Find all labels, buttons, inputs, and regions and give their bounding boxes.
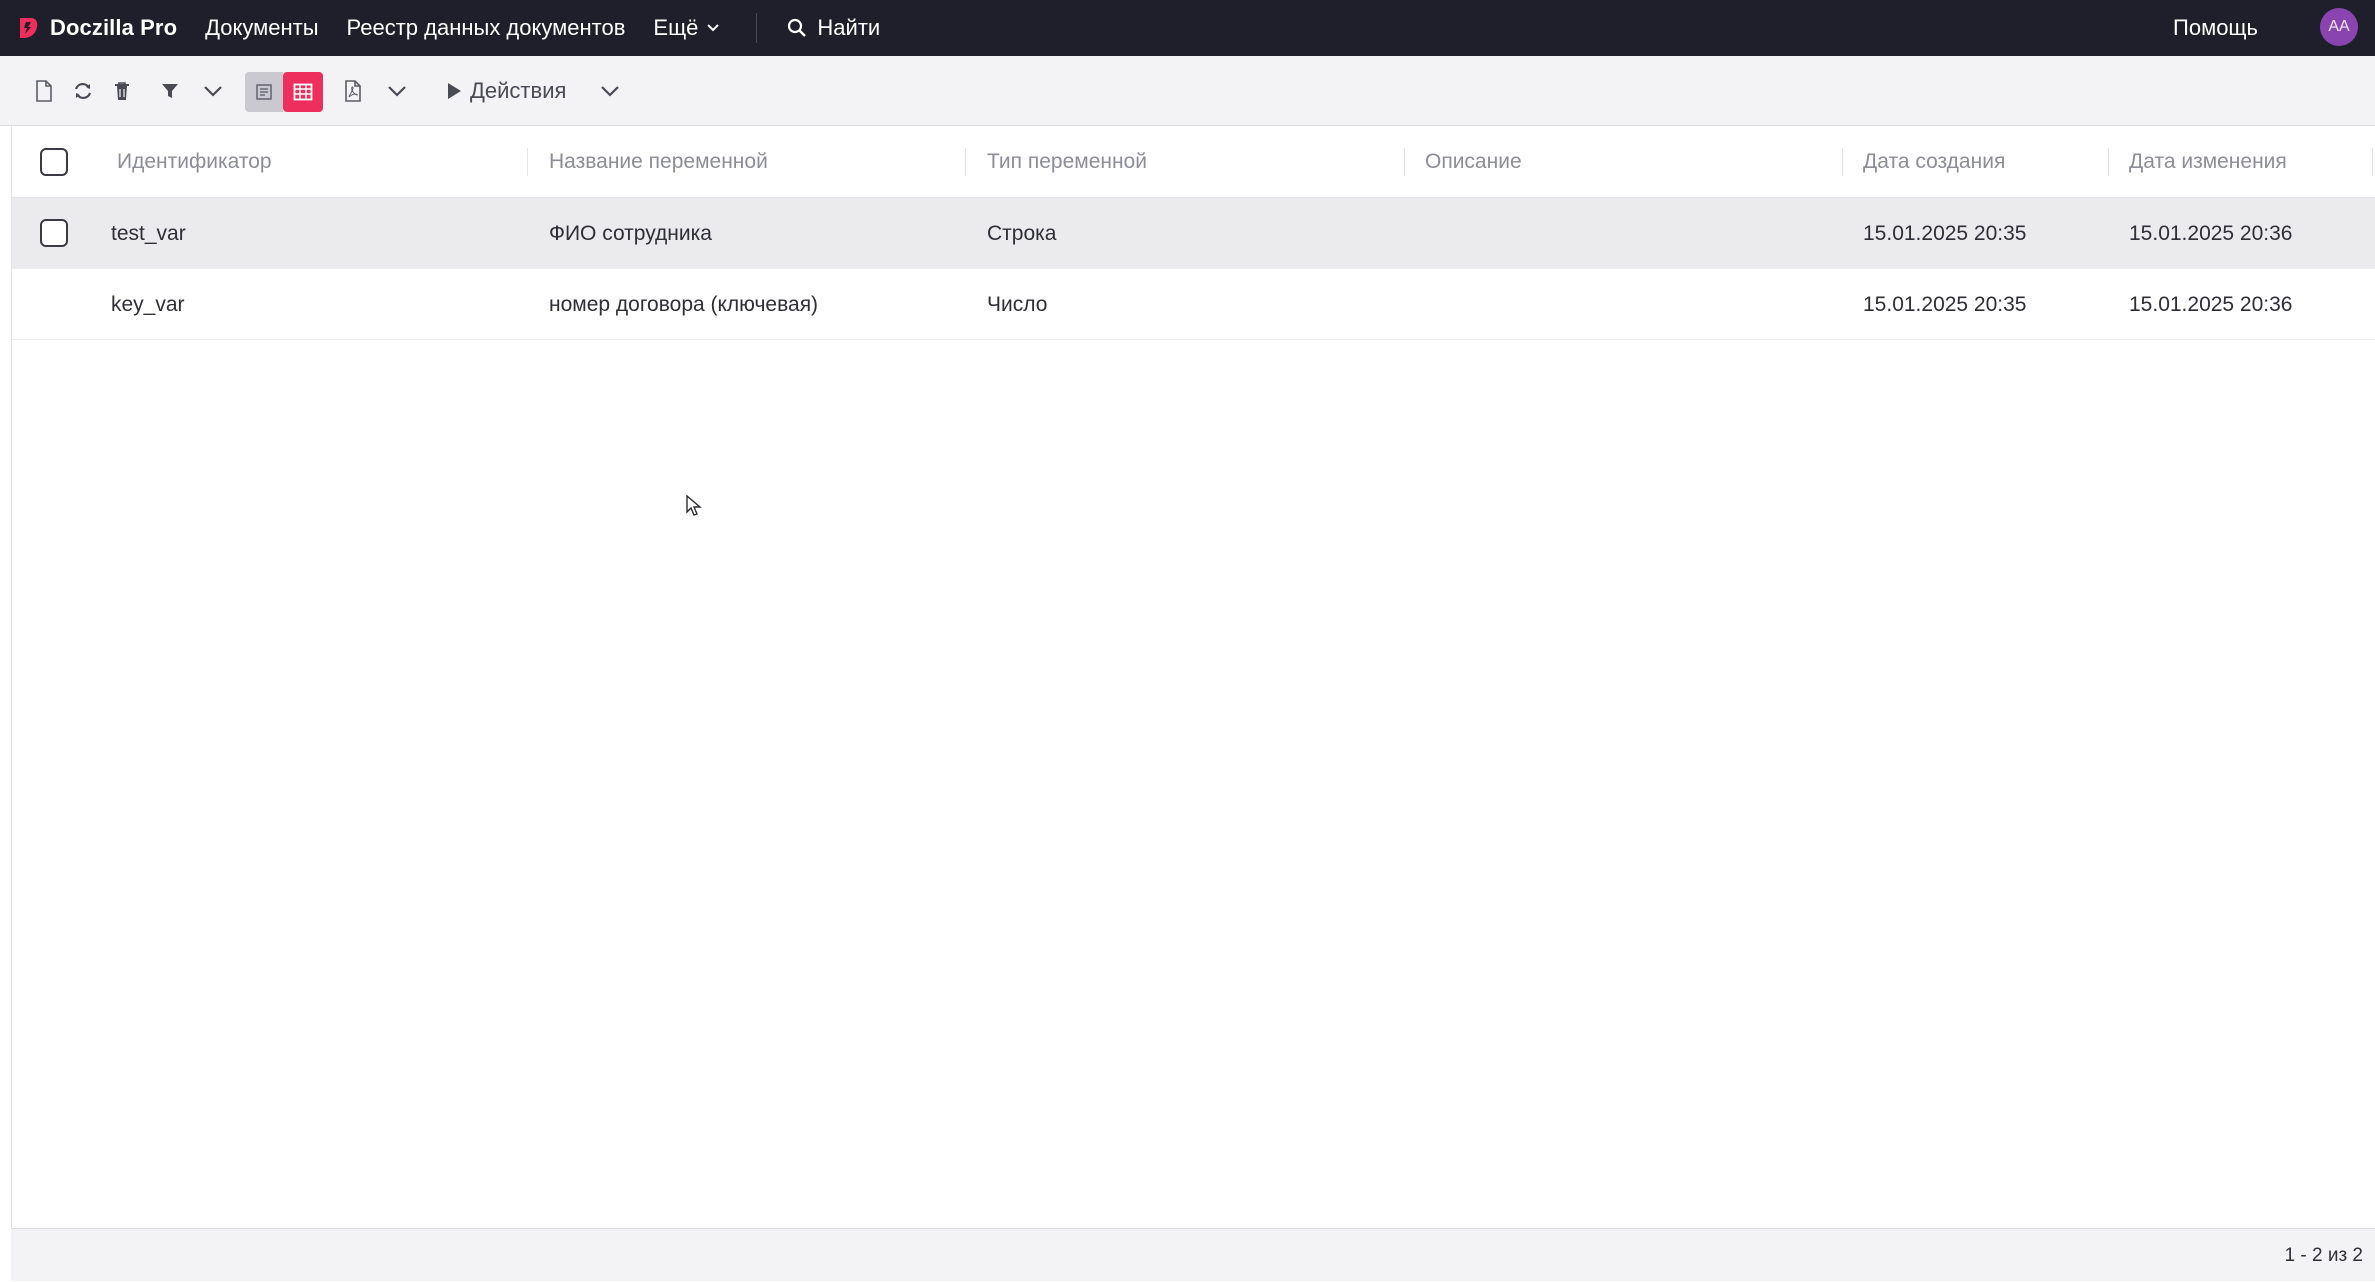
play-icon [448, 83, 461, 99]
form-view-icon [256, 84, 272, 100]
grid-header: Идентификатор Название переменной Тип пе… [12, 126, 2375, 198]
column-header-variable-name[interactable]: Название переменной [549, 126, 768, 198]
search-button[interactable]: Найти [787, 15, 880, 41]
refresh-icon [74, 82, 92, 100]
form-view-toggle[interactable] [245, 72, 283, 112]
trash-icon [115, 82, 129, 100]
select-all-checkbox[interactable] [40, 148, 68, 176]
table-row[interactable]: test_var ФИО сотрудника Строка 15.01.202… [12, 198, 2375, 269]
cell-modified-date: 15.01.2025 20:36 [2129, 222, 2293, 245]
column-divider[interactable] [1842, 148, 1843, 176]
column-divider[interactable] [2108, 148, 2109, 176]
new-document-icon [36, 80, 52, 102]
delete-button[interactable] [107, 73, 137, 109]
pagination-info: 1 - 2 из 2 [2284, 1245, 2363, 1266]
nav-divider [756, 13, 758, 43]
mouse-cursor-icon [686, 495, 702, 516]
column-header-description[interactable]: Описание [1425, 126, 1522, 198]
top-navigation-bar: Doczilla Pro Документы Реестр данных док… [0, 0, 2375, 56]
filter-options-dropdown[interactable] [198, 73, 228, 109]
cell-identifier: key_var [111, 293, 185, 316]
search-label: Найти [817, 15, 881, 40]
grid-footer: 1 - 2 из 2 [11, 1228, 2375, 1281]
filter-icon [162, 84, 178, 98]
column-divider[interactable] [527, 148, 528, 176]
actions-label: Действия [470, 78, 567, 103]
column-divider[interactable] [1404, 148, 1405, 176]
nav-documents[interactable]: Документы [205, 15, 318, 41]
table-row[interactable]: key_var номер договора (ключевая) Число … [12, 269, 2375, 340]
column-header-identifier[interactable]: Идентификатор [117, 126, 272, 198]
chevron-down-icon [707, 24, 720, 32]
search-icon [788, 18, 807, 37]
actions-menu-button[interactable]: Действия [446, 73, 566, 109]
help-link[interactable]: Помощь [2173, 0, 2258, 56]
new-document-button[interactable] [29, 73, 59, 109]
column-divider[interactable] [2372, 148, 2373, 176]
brand-name: Doczilla Pro [50, 15, 178, 40]
chevron-down-icon [388, 86, 406, 97]
pdf-icon [345, 80, 361, 102]
export-pdf-button[interactable] [338, 73, 368, 109]
nav-more-menu[interactable]: Ещё [653, 15, 720, 41]
column-header-variable-type[interactable]: Тип переменной [987, 126, 1147, 198]
column-header-modified-date[interactable]: Дата изменения [2129, 126, 2287, 198]
table-view-toggle[interactable] [283, 72, 323, 112]
logo[interactable]: Doczilla Pro [16, 0, 177, 56]
toolbar: Действия [0, 56, 2375, 126]
row-checkbox[interactable] [40, 219, 68, 247]
cell-variable-name: номер договора (ключевая) [549, 293, 819, 316]
filter-button[interactable] [155, 73, 185, 109]
variables-grid: Идентификатор Название переменной Тип пе… [11, 126, 2375, 1228]
chevron-down-icon [204, 86, 222, 97]
chevron-down-icon [601, 86, 619, 97]
table-view-icon [293, 83, 313, 101]
actions-dropdown[interactable] [595, 73, 625, 109]
cell-created-date: 15.01.2025 20:35 [1863, 293, 2027, 316]
cell-variable-type: Строка [987, 222, 1057, 245]
nav-more-label: Ещё [653, 15, 699, 40]
cell-created-date: 15.01.2025 20:35 [1863, 222, 2027, 245]
column-divider[interactable] [965, 148, 966, 176]
export-options-dropdown[interactable] [382, 73, 412, 109]
cell-modified-date: 15.01.2025 20:36 [2129, 293, 2293, 316]
nav-document-data-registry[interactable]: Реестр данных документов [347, 15, 626, 41]
refresh-button[interactable] [68, 73, 98, 109]
user-avatar[interactable]: AA [2320, 8, 2358, 46]
cell-identifier: test_var [111, 222, 186, 245]
doczilla-logo-icon [20, 18, 38, 38]
column-header-created-date[interactable]: Дата создания [1863, 126, 2005, 198]
cell-variable-name: ФИО сотрудника [549, 222, 712, 245]
cell-variable-type: Число [987, 293, 1048, 316]
